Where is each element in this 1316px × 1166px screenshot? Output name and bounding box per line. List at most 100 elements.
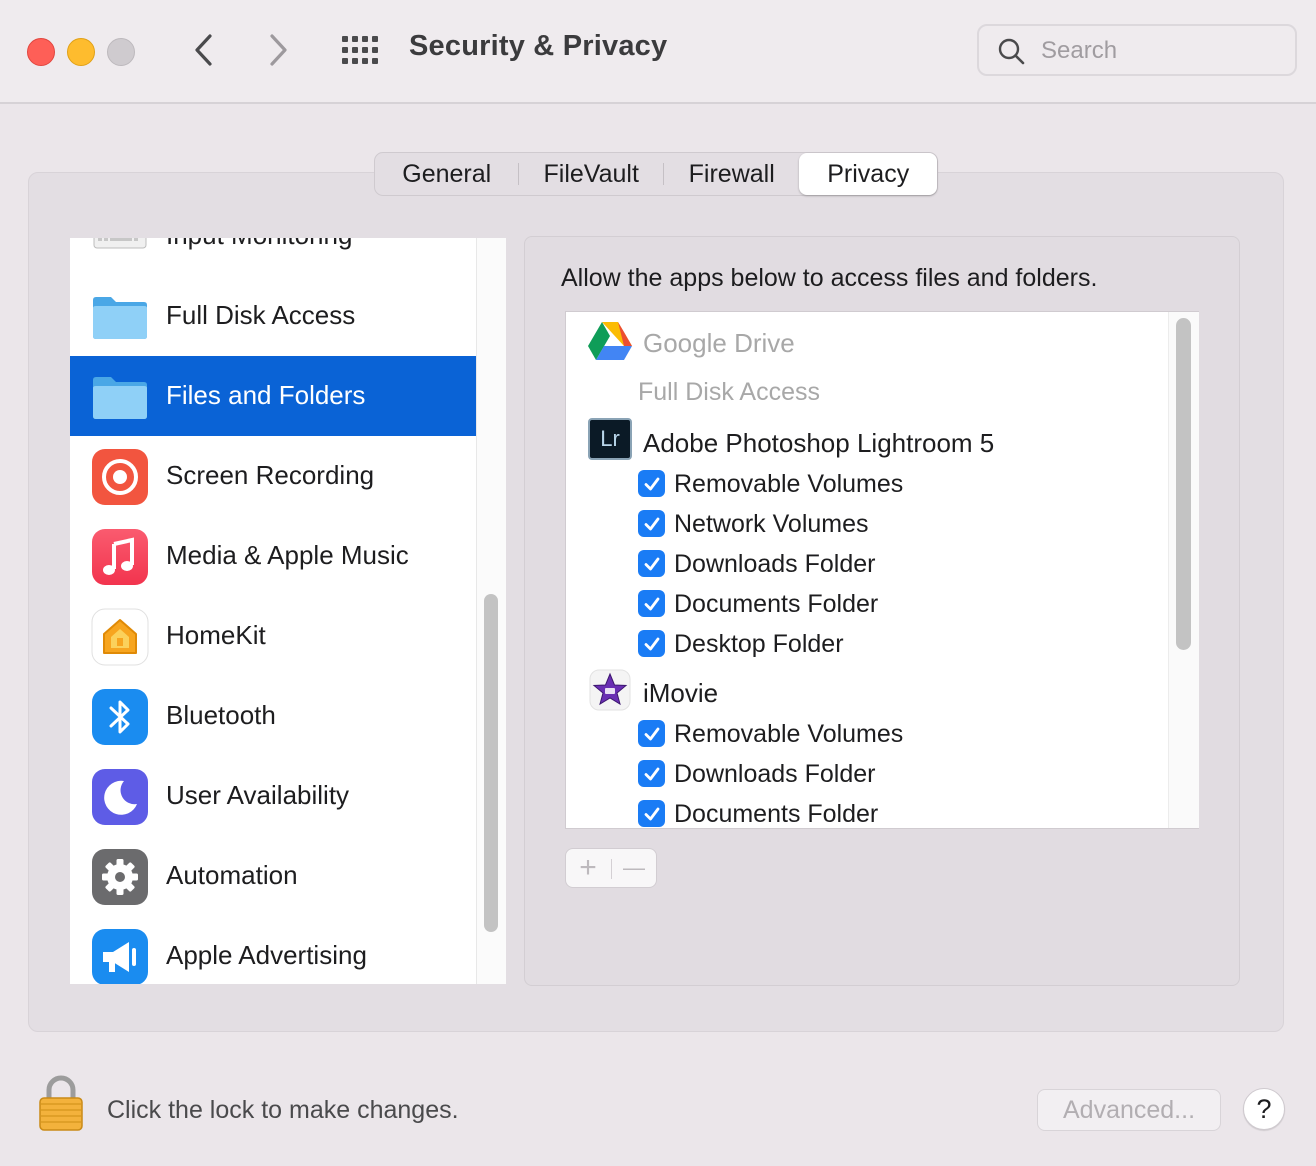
- sidebar-item-homekit[interactable]: HomeKit: [70, 596, 476, 676]
- sidebar-item-user-availability[interactable]: User Availability: [70, 756, 476, 836]
- sidebar-item-label: Files and Folders: [166, 380, 366, 410]
- sidebar-item-label: Screen Recording: [166, 460, 375, 490]
- permission-row[interactable]: Documents Folder: [566, 792, 1166, 828]
- chevron-right-icon: [270, 34, 287, 66]
- permission-checkbox[interactable]: [638, 470, 665, 497]
- sidebar-item-label: Media & Apple Music: [166, 540, 409, 570]
- add-remove-control: + —: [565, 848, 657, 888]
- permission-label: Removable Volumes: [674, 470, 904, 498]
- show-all-button[interactable]: [338, 32, 382, 68]
- moon-icon: [92, 769, 148, 825]
- permission-row[interactable]: Documents Folder: [566, 582, 1166, 622]
- permission-checkbox[interactable]: [638, 510, 665, 537]
- panel-heading: Allow the apps below to access files and…: [561, 264, 1098, 292]
- permission-checkbox[interactable]: [638, 720, 665, 747]
- sidebar-item-label: Automation: [166, 860, 298, 890]
- sidebar-item-label: Apple Advertising: [166, 940, 367, 970]
- apps-permission-list[interactable]: Google Drive Full Disk Access Lr Adobe P…: [565, 311, 1199, 829]
- permission-label: Removable Volumes: [674, 720, 904, 748]
- apps-list-scrollbar-thumb[interactable]: [1176, 318, 1191, 650]
- advanced-button[interactable]: Advanced...: [1037, 1089, 1221, 1131]
- tab-general-label: General: [402, 159, 492, 188]
- close-window-button[interactable]: [27, 38, 55, 66]
- permission-checkbox[interactable]: [638, 800, 665, 827]
- plus-icon: +: [579, 851, 597, 884]
- checkmark-icon: [644, 557, 659, 570]
- sidebar-item-input-monitoring[interactable]: Input Monitoring: [70, 238, 476, 276]
- imovie-star-icon: [589, 669, 631, 711]
- search-field[interactable]: [977, 24, 1297, 76]
- tab-privacy[interactable]: Privacy: [799, 153, 937, 195]
- permission-row[interactable]: Downloads Folder: [566, 542, 1166, 582]
- app-row-lightroom[interactable]: Lr Adobe Photoshop Lightroom 5: [566, 412, 1166, 462]
- app-note: Full Disk Access: [638, 378, 820, 406]
- minimize-window-button[interactable]: [67, 38, 95, 66]
- tab-general[interactable]: General: [375, 153, 518, 195]
- permission-row[interactable]: Desktop Folder: [566, 622, 1166, 662]
- permission-checkbox[interactable]: [638, 760, 665, 787]
- tab-privacy-label: Privacy: [827, 159, 910, 188]
- app-row-imovie[interactable]: iMovie: [566, 662, 1166, 712]
- sidebar-item-bluetooth[interactable]: Bluetooth: [70, 676, 476, 756]
- zoom-window-button[interactable]: [107, 38, 135, 66]
- minus-icon: —: [623, 855, 645, 880]
- app-name: Google Drive: [643, 328, 795, 358]
- tab-filevault[interactable]: FileVault: [519, 153, 662, 195]
- sidebar-item-label: User Availability: [166, 780, 350, 810]
- lightroom-icon: Lr: [588, 418, 632, 460]
- checkmark-icon: [644, 597, 659, 610]
- music-note-icon: [92, 529, 148, 585]
- folder-icon: [93, 377, 147, 419]
- permission-label: Network Volumes: [674, 510, 869, 538]
- chevron-left-icon: [195, 34, 212, 66]
- remove-app-button[interactable]: —: [612, 849, 656, 887]
- permission-row[interactable]: Downloads Folder: [566, 752, 1166, 792]
- question-mark-icon: ?: [1256, 1093, 1272, 1124]
- app-note-row: Full Disk Access: [566, 362, 1166, 412]
- lightroom-icon-text: Lr: [600, 426, 620, 451]
- permission-row[interactable]: Removable Volumes: [566, 462, 1166, 502]
- sidebar-item-files-and-folders[interactable]: Files and Folders: [70, 356, 476, 436]
- permission-row[interactable]: Removable Volumes: [566, 712, 1166, 752]
- permission-label: Desktop Folder: [674, 630, 844, 658]
- home-icon: [91, 608, 149, 666]
- gear-icon: [92, 849, 148, 905]
- permission-checkbox[interactable]: [638, 590, 665, 617]
- checkmark-icon: [644, 767, 659, 780]
- sidebar-item-automation[interactable]: Automation: [70, 836, 476, 916]
- keyboard-icon: [93, 238, 147, 249]
- permission-checkbox[interactable]: [638, 630, 665, 657]
- sidebar-item-label: Full Disk Access: [166, 300, 356, 330]
- window-title: Security & Privacy: [409, 30, 668, 62]
- permission-label: Downloads Folder: [674, 550, 876, 578]
- folder-icon: [93, 297, 147, 339]
- record-icon: [92, 449, 148, 505]
- tab-bar: General FileVault Firewall Privacy: [374, 152, 938, 196]
- sidebar-item-screen-recording[interactable]: Screen Recording: [70, 436, 476, 516]
- lock-icon[interactable]: [36, 1074, 86, 1132]
- checkmark-icon: [644, 727, 659, 740]
- app-name: iMovie: [643, 678, 719, 708]
- sidebar-item-label: HomeKit: [166, 620, 266, 650]
- checkmark-icon: [644, 517, 659, 530]
- sidebar-item-label: Bluetooth: [166, 700, 276, 730]
- tab-firewall-label: Firewall: [688, 159, 775, 188]
- sidebar-item-apple-advertising[interactable]: Apple Advertising: [70, 916, 476, 984]
- advanced-button-label: Advanced...: [1062, 1095, 1196, 1124]
- permission-checkbox[interactable]: [638, 550, 665, 577]
- app-row-google-drive[interactable]: Google Drive: [566, 312, 1166, 362]
- help-button[interactable]: ?: [1243, 1088, 1285, 1130]
- permission-row[interactable]: Network Volumes: [566, 502, 1166, 542]
- back-button[interactable]: [184, 30, 224, 70]
- lock-status-text: Click the lock to make changes.: [107, 1096, 459, 1124]
- permission-label: Documents Folder: [674, 590, 879, 618]
- sidebar-item-media-apple-music[interactable]: Media & Apple Music: [70, 516, 476, 596]
- search-input[interactable]: [1039, 34, 1283, 68]
- forward-button[interactable]: [258, 30, 298, 70]
- tab-firewall[interactable]: Firewall: [664, 153, 800, 195]
- sidebar-scrollbar-thumb[interactable]: [484, 594, 498, 932]
- privacy-category-list[interactable]: Input Monitoring Full Disk Access Files …: [70, 238, 506, 984]
- sidebar-item-full-disk-access[interactable]: Full Disk Access: [70, 276, 476, 356]
- add-app-button[interactable]: +: [566, 849, 610, 887]
- checkmark-icon: [644, 807, 659, 820]
